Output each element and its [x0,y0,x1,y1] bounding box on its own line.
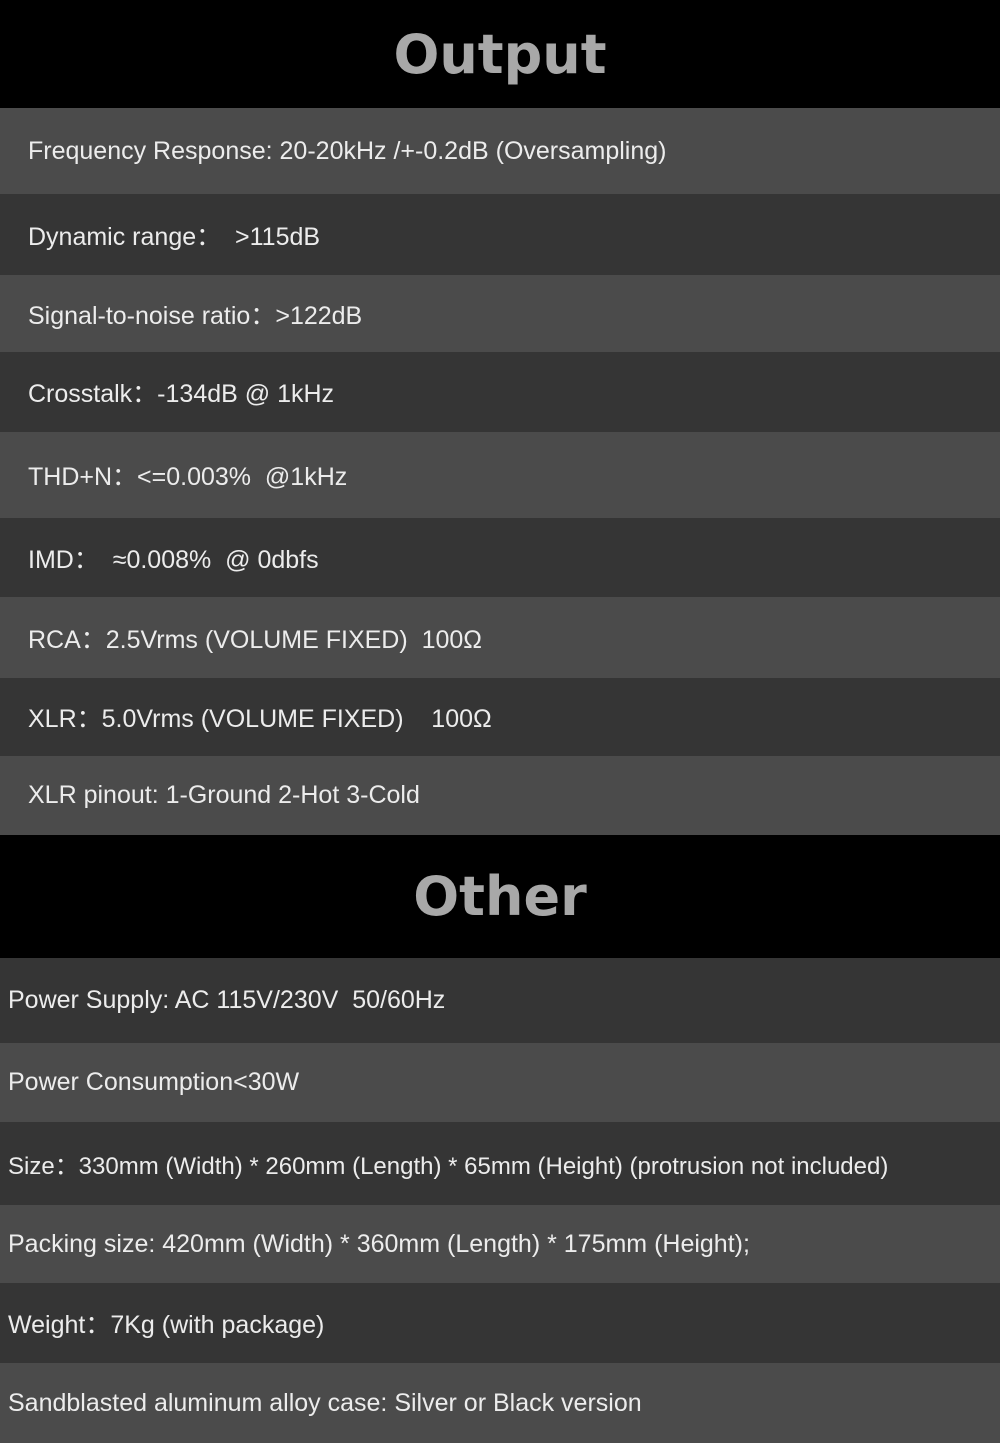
spec-row-power-supply: Power Supply: AC 115V/230V 50/60Hz [0,958,1000,1043]
spec-text: Size：330mm (Width) * 260mm (Length) * 65… [8,1153,889,1180]
spec-row-crosstalk: Crosstalk：-134dB @ 1kHz [0,352,1000,432]
spec-row-xlr-pinout: XLR pinout: 1-Ground 2-Hot 3-Cold [0,756,1000,835]
spec-row-case: Sandblasted aluminum alloy case: Silver … [0,1363,1000,1443]
spec-row-power-consumption: Power Consumption<30W [0,1043,1000,1122]
spec-row-dynamic-range: Dynamic range： >115dB [0,194,1000,275]
spec-row-weight: Weight：7Kg (with package) [0,1283,1000,1363]
spec-row-rca: RCA：2.5Vrms (VOLUME FIXED) 100Ω [0,597,1000,678]
spec-text: Weight：7Kg (with package) [8,1311,325,1339]
spec-text: Power Supply: AC 115V/230V 50/60Hz [8,986,446,1014]
spec-sheet: Output Frequency Response: 20-20kHz /+-0… [0,0,1000,1443]
spec-row-imd: IMD： ≈0.008% @ 0dbfs [0,518,1000,597]
spec-text: Signal-to-noise ratio：>122dB [28,301,363,330]
spec-text: Sandblasted aluminum alloy case: Silver … [8,1388,642,1417]
spec-text: XLR：5.0Vrms (VOLUME FIXED) 100Ω [28,705,492,733]
spec-row-thdn: THD+N：<=0.003% @1kHz [0,432,1000,518]
spec-text: Packing size: 420mm (Width) * 360mm (Len… [8,1229,750,1258]
other-section-title: Other [0,835,1000,958]
output-section-title: Output [0,0,1000,108]
spec-text: IMD： ≈0.008% @ 0dbfs [28,545,319,574]
spec-text: XLR pinout: 1-Ground 2-Hot 3-Cold [28,781,420,809]
spec-text: Crosstalk：-134dB @ 1kHz [28,380,335,408]
spec-row-packing-size: Packing size: 420mm (Width) * 360mm (Len… [0,1205,1000,1283]
spec-row-frequency-response: Frequency Response: 20-20kHz /+-0.2dB (O… [0,108,1000,194]
spec-text: Frequency Response: 20-20kHz /+-0.2dB (O… [28,136,667,165]
spec-text: RCA：2.5Vrms (VOLUME FIXED) 100Ω [28,625,482,654]
spec-row-snr: Signal-to-noise ratio：>122dB [0,275,1000,352]
spec-text: THD+N：<=0.003% @1kHz [28,463,348,491]
spec-row-xlr: XLR：5.0Vrms (VOLUME FIXED) 100Ω [0,678,1000,756]
spec-text: Power Consumption<30W [8,1068,300,1096]
spec-text: Dynamic range： >115dB [28,222,321,251]
spec-row-size: Size：330mm (Width) * 260mm (Length) * 65… [0,1122,1000,1205]
